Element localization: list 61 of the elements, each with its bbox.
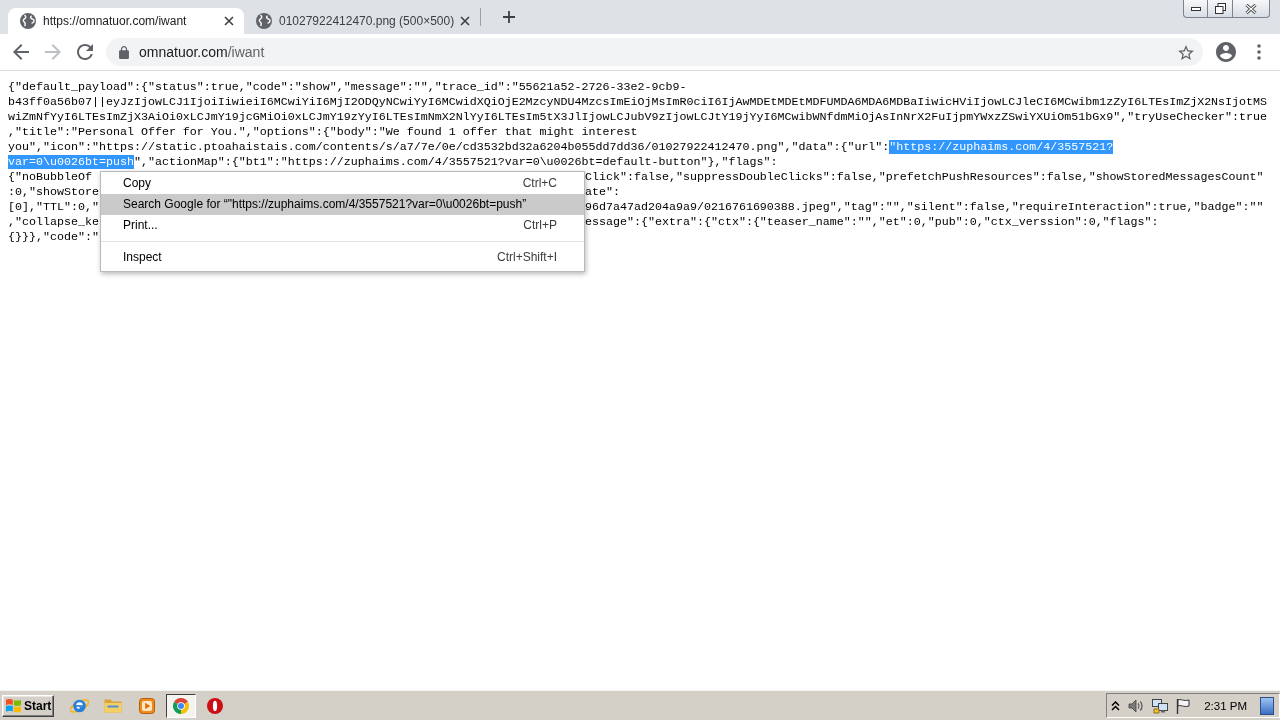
back-arrow-icon: [13, 44, 29, 60]
folder-icon: [104, 698, 122, 713]
star-icon: [1178, 44, 1194, 60]
e-logo-icon: [69, 698, 89, 713]
close-icon[interactable]: [460, 16, 470, 26]
globe-icon: [20, 13, 36, 29]
json-text: ,"title":"Personal Offer for You.","options":{"body":"We found 1 offer that might interest: [8, 125, 638, 139]
json-text: wiZmNfYyI6LTEsImZjX3AiOi0xLCJmY19jcGMiOi0xLCJmY19zYyI6LTEsImNmX2NlYyI6LTEsIm5tX3JlIjowLCJubV9zIjowLCJtY19jYyI6MCwibWNfdmMiOjAsInNrX2FuIjpmYWxzZSwiYXUiOm51bGx9","tryUseChecker":true: [8, 110, 1268, 124]
url-host-text: omnatuor.com: [139, 44, 228, 60]
minimize-icon: [1190, 6, 1201, 11]
json-text: essage":{"extra":{"ctx":{"teaser_name":"","et":0,"pub":0,"ctx_verssion":0,"flags":: [585, 215, 1160, 230]
show-desktop-button[interactable]: [1260, 696, 1274, 715]
json-text: Click":false,"suppressDoubleClicks":false,"prefetchPushResources":false,"showStoredMessagesCount": [585, 170, 1265, 185]
round-logo-icon: [173, 697, 189, 714]
account-icon: [1216, 42, 1236, 62]
taskbar-button[interactable]: [166, 693, 196, 718]
json-text: [0],"TTL":0,": [8, 200, 100, 215]
minimize-button[interactable]: [1183, 0, 1208, 18]
restore-button[interactable]: [1207, 0, 1233, 18]
json-text: you","icon":"https://static.ptoahaistais.com/contents/s/a7/7e/0e/cd3532bd32a6204b055dd7dd36/01027922412470.png","data":{"url":: [8, 140, 890, 154]
forward-arrow-icon: [45, 44, 61, 60]
tab[interactable]: 01027922412470.png (500×500): [244, 8, 480, 34]
flag-icon[interactable]: [1176, 697, 1191, 714]
double-chevron-icon[interactable]: [1111, 700, 1121, 711]
play-icon: [139, 697, 155, 714]
lock-icon: [119, 45, 129, 59]
json-text: {"noBubbleOf: [8, 170, 93, 185]
json-text: b43ff0a56b07||eyJzIjowLCJ1IjoiIiwieiI6MCwiYiI6MjI2ODQyNCwiYyI6MCwidXQiOjE2MzcyNDU4MzcsImEiOjMsImR0ciI6IjAwMDEtMDEtMDFUMDA6MDA6MDBaIiwicHViIjowLCJleCI6MCwibm1zZyI6LTEsImZjX2NsIjotMS: [8, 95, 1268, 109]
tab[interactable]: https://omnatuor.com/iwant: [8, 8, 244, 34]
ring-logo-icon: [207, 697, 223, 714]
globe-icon: [256, 13, 272, 29]
selected-text: var=0\u0026bt=push: [8, 155, 134, 169]
shortcut-label: Ctrl+Shift+I: [496, 250, 557, 265]
json-text: {"default_payload":{"status":true,"code":"show","message":"","trace_id":"55621a52-2726-33e2-9cb9-: [8, 80, 687, 94]
menu-dots-icon: [1257, 44, 1261, 60]
close-button[interactable]: [1232, 0, 1270, 18]
json-text: {}}},"code":": [8, 230, 100, 245]
menu-item[interactable]: Copy Ctrl+C: [101, 173, 584, 194]
menu-item[interactable]: Print... Ctrl+P: [101, 215, 584, 236]
start-button[interactable]: Start: [2, 694, 54, 717]
network-icon[interactable]: [1152, 697, 1169, 714]
close-icon: [1245, 3, 1257, 14]
flag-logo-icon: [6, 698, 21, 713]
reload-icon: [77, 44, 93, 60]
plus-icon: [503, 11, 515, 23]
selected-text: "https://zuphaims.com/4/3557521?: [889, 140, 1114, 154]
url-path-text: /iwant: [227, 44, 265, 60]
menu-item[interactable]: Search Google for “"https://zuphaims.com/4/3557521?var=0\u0026bt=push”: [101, 194, 584, 215]
json-text: ","actionMap":{"bt1":"https://zuphaims.com/4/3557521?var=0\u0026bt=default-button"},"flags":: [133, 155, 778, 169]
json-text: 96d7a47ad204a9a9/0216761690388.jpeg","tag":"","silent":false,"requireInteraction":true,"badge":"": [585, 200, 1265, 215]
json-text: ate":: [585, 185, 621, 200]
restore-icon: [1214, 3, 1226, 14]
json-text: :0,"showStore: [8, 185, 100, 200]
address-field[interactable]: omnatuor.com/iwant: [106, 38, 1203, 66]
close-icon[interactable]: [224, 16, 234, 26]
menu-item[interactable]: Inspect Ctrl+Shift+I: [101, 247, 584, 268]
shortcut-label: Ctrl+P: [523, 218, 557, 233]
shortcut-label: Ctrl+C: [522, 176, 557, 191]
clock-text: 2:31 PM: [1204, 699, 1247, 712]
speaker-icon[interactable]: [1128, 698, 1145, 713]
json-text: ,"collapse_ke: [8, 215, 100, 230]
